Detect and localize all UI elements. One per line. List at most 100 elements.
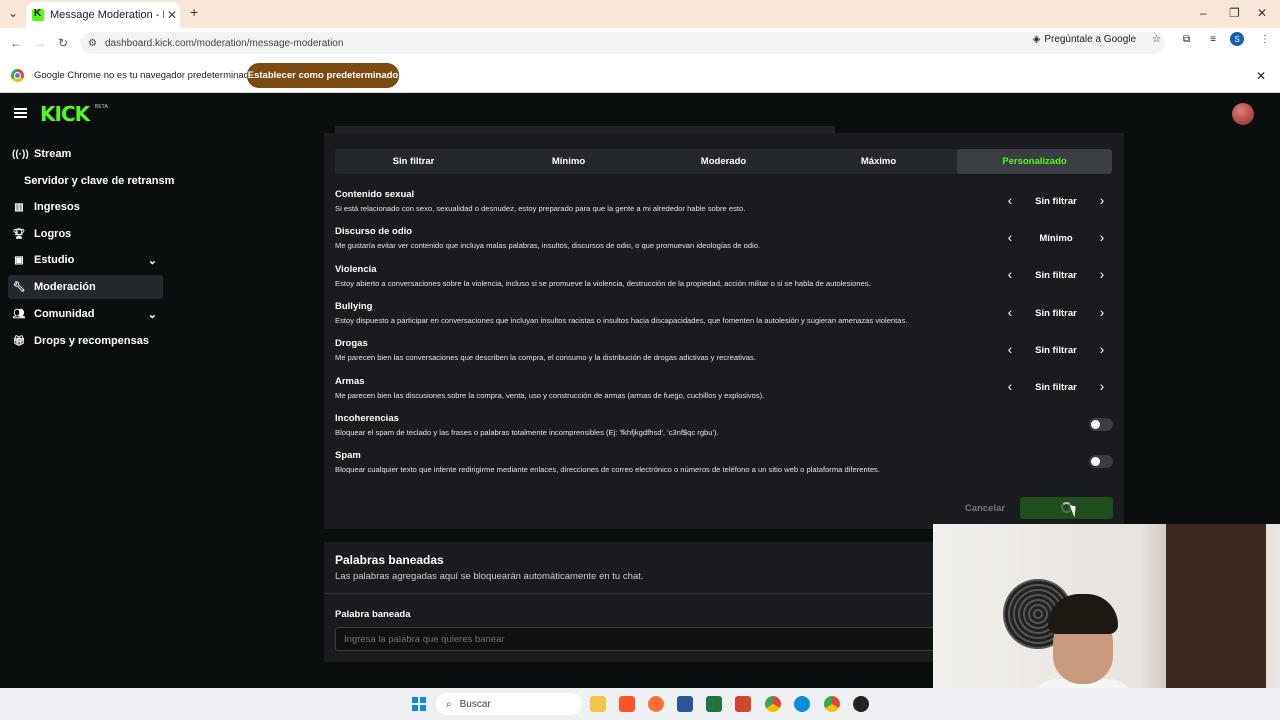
sidebar-item-logros[interactable]: 🏆︎ Logros <box>8 222 163 246</box>
category-desc: Estoy dispuesto a participar en conversa… <box>335 316 908 325</box>
category-title: Armas <box>335 376 365 387</box>
toggle-desc: Bloquear el spam de teclado y las frases… <box>335 428 719 437</box>
category-value: Sin filtrar <box>1035 308 1077 319</box>
category-value: Sin filtrar <box>1035 345 1077 356</box>
chevron-left-icon[interactable]: ‹ <box>1000 266 1020 282</box>
extensions-icon[interactable]: ⧉ <box>1183 34 1190 45</box>
profile-avatar[interactable]: S <box>1230 32 1244 46</box>
media-icon[interactable]: ≡ <box>1210 34 1216 45</box>
app-icon[interactable] <box>853 696 869 712</box>
banned-word-input[interactable] <box>335 627 935 651</box>
close-window-icon[interactable]: ✕ <box>1257 6 1267 20</box>
streamer-hair <box>1048 594 1118 634</box>
chrome-icon[interactable] <box>765 696 781 712</box>
sidebar-item-stream-key[interactable]: Servidor y clave de retransm <box>8 169 178 193</box>
category-title: Contenido sexual <box>335 189 415 200</box>
category-desc: Estoy abierto a conversaciones sobre la … <box>335 279 871 288</box>
category-title: Bullying <box>335 301 373 312</box>
back-icon[interactable]: ← <box>10 36 22 50</box>
kick-favicon-icon <box>32 8 44 21</box>
taskbar-search-label: Buscar <box>459 698 491 710</box>
hamburger-menu-icon[interactable] <box>14 108 27 118</box>
sidebar-item-label: Stream <box>34 148 72 160</box>
banned-words-subtitle: Las palabras agregadas aquí se bloqueará… <box>335 571 644 582</box>
chevron-right-icon[interactable]: › <box>1092 266 1112 282</box>
kick-logo[interactable]: KICK <box>40 102 90 126</box>
infobar-text: Google Chrome no es tu navegador predete… <box>34 70 255 81</box>
address-bar[interactable]: ⚙ dashboard.kick.com/moderation/message-… <box>80 32 1165 54</box>
sidebar-item-drops[interactable]: 🎁︎ Drops y recompensas <box>8 329 163 353</box>
powerpoint-icon[interactable] <box>735 696 751 712</box>
infobar-close-icon[interactable]: ✕ <box>1256 69 1266 83</box>
firefox-icon[interactable] <box>648 696 664 712</box>
broadcast-icon: ((·)) <box>12 148 29 160</box>
tab-search-icon[interactable]: ⌄ <box>8 6 18 20</box>
forward-icon[interactable]: → <box>34 36 46 50</box>
windows-start-icon[interactable] <box>412 697 426 711</box>
chevron-left-icon[interactable]: ‹ <box>1000 304 1020 320</box>
close-tab-icon[interactable]: ✕ <box>164 8 180 22</box>
chrome-logo-icon <box>11 69 24 82</box>
category-desc: Me gustaría evitar ver contenido que inc… <box>335 241 761 250</box>
cut-off-heading <box>335 126 835 134</box>
gift-icon: 🎁︎ <box>12 335 26 347</box>
ask-google-button[interactable]: ◈ Pregúntale a Google <box>1033 34 1136 45</box>
edge-icon[interactable] <box>794 696 810 712</box>
user-avatar[interactable] <box>1232 103 1254 125</box>
brave-icon[interactable] <box>619 696 635 712</box>
chevron-right-icon[interactable]: › <box>1092 192 1112 208</box>
browser-tab[interactable]: Message Moderation - Kick Da ✕ <box>26 2 180 28</box>
set-default-button[interactable]: Establecer como predeterminado <box>247 63 399 88</box>
toggle-title: Spam <box>335 450 361 461</box>
reload-icon[interactable]: ↻ <box>58 36 68 50</box>
studio-icon: ▣ <box>14 254 24 266</box>
incoherencias-toggle[interactable] <box>1089 418 1113 431</box>
menu-kebab-icon[interactable]: ⋮ <box>1260 34 1270 45</box>
windows-taskbar <box>0 688 1280 720</box>
cancel-button[interactable]: Cancelar <box>956 500 1014 516</box>
sidebar-item-moderacion[interactable]: 🔧︎ Moderación <box>8 275 163 299</box>
category-desc: Me parecen bien las discusiones sobre la… <box>335 391 765 400</box>
default-browser-infobar: Google Chrome no es tu navegador predete… <box>0 58 1280 93</box>
word-icon[interactable] <box>677 696 693 712</box>
category-value: Sin filtrar <box>1035 270 1077 281</box>
minimize-icon[interactable]: – <box>1200 6 1207 20</box>
chevron-left-icon[interactable]: ‹ <box>1000 229 1020 245</box>
chevron-right-icon[interactable]: › <box>1092 304 1112 320</box>
chevron-right-icon[interactable]: › <box>1092 229 1112 245</box>
bookmark-star-icon[interactable]: ☆ <box>1152 34 1161 45</box>
site-info-icon[interactable]: ⚙ <box>88 38 97 49</box>
restore-icon[interactable]: ❐ <box>1229 6 1240 20</box>
tab-personalizado[interactable]: Personalizado <box>957 149 1112 174</box>
tab-moderado[interactable]: Moderado <box>646 149 801 174</box>
category-desc: Si está relacionado con sexo, sexualidad… <box>335 204 746 213</box>
toggle-knob <box>1091 457 1100 466</box>
sidebar-item-estudio[interactable]: ▣ Estudio ⌄ <box>8 248 163 272</box>
chevron-left-icon[interactable]: ‹ <box>1000 378 1020 394</box>
tab-minimo[interactable]: Mínimo <box>491 149 646 174</box>
file-explorer-icon[interactable] <box>590 696 606 712</box>
tab-title: Message Moderation - Kick Da <box>50 9 164 21</box>
taskbar-search[interactable]: ⌕ Buscar <box>436 693 582 715</box>
banned-word-label: Palabra baneada <box>335 609 411 620</box>
toggle-knob <box>1091 420 1100 429</box>
chevron-left-icon[interactable]: ‹ <box>1000 341 1020 357</box>
tab-sin-filtrar[interactable]: Sin filtrar <box>336 149 491 174</box>
chevron-left-icon[interactable]: ‹ <box>1000 192 1020 208</box>
new-tab-icon[interactable]: + <box>190 4 198 20</box>
category-title: Drogas <box>335 338 368 349</box>
sidebar-item-ingresos[interactable]: ▥ Ingresos <box>8 195 163 219</box>
excel-icon[interactable] <box>706 696 722 712</box>
search-icon: ⌕ <box>446 698 452 710</box>
sidebar-item-stream[interactable]: ((·)) Stream <box>8 142 163 166</box>
spam-toggle[interactable] <box>1089 455 1113 468</box>
chevron-right-icon[interactable]: › <box>1092 378 1112 394</box>
chart-icon: ▥ <box>14 201 24 213</box>
sidebar-item-comunidad[interactable]: 👥︎ Comunidad ⌄ <box>8 302 163 326</box>
trophy-icon: 🏆︎ <box>12 228 26 240</box>
toggle-title: Incoherencias <box>335 413 399 424</box>
browser-toolbar: ← → ↻ ⚙ dashboard.kick.com/moderation/me… <box>0 28 1280 58</box>
tab-maximo[interactable]: Máximo <box>801 149 956 174</box>
chevron-right-icon[interactable]: › <box>1092 341 1112 357</box>
chrome-active-icon[interactable] <box>824 696 840 712</box>
